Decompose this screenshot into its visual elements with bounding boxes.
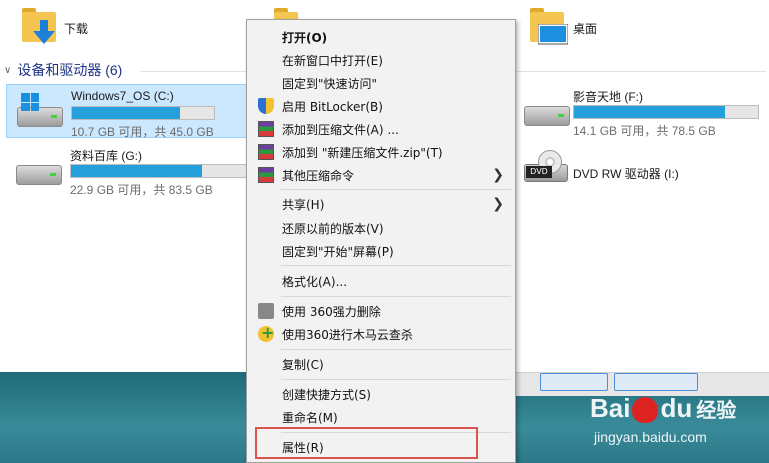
hard-drive-icon <box>16 157 62 187</box>
drive-size: 10.7 GB 可用，共 45.0 GB <box>71 125 214 139</box>
chevron-right-icon: ❯ <box>492 167 504 183</box>
menu-item-add-to-archive[interactable]: 添加到压缩文件(A) ... <box>248 118 514 140</box>
folder-label: 下载 <box>64 22 89 36</box>
drive-size: 14.1 GB 可用，共 78.5 GB <box>573 124 716 138</box>
drive-name: 资料百库 (G:) <box>70 149 142 163</box>
drive-usage-bar <box>71 106 215 120</box>
folder-desktop[interactable]: 桌面 <box>528 4 597 54</box>
menu-item-add-to-zip[interactable]: 添加到 "新建压缩文件.zip"(T) <box>248 141 514 163</box>
menu-separator <box>281 189 511 190</box>
drive-c[interactable]: Windows7_OS (C:) 10.7 GB 可用，共 45.0 GB <box>6 84 250 139</box>
watermark-url: jingyan.baidu.com <box>594 429 707 445</box>
section-title: 设备和驱动器 (6) <box>17 62 123 78</box>
menu-item-pin-quick-access[interactable]: 固定到"快速访问" <box>248 72 514 94</box>
menu-item-open-new-window[interactable]: 在新窗口中打开(E) <box>248 49 514 71</box>
dvd-drive-icon: DVD <box>524 150 570 182</box>
menu-separator <box>281 296 511 297</box>
windows-drive-icon <box>17 93 63 129</box>
drive-name: DVD RW 驱动器 (I:) <box>573 167 679 181</box>
menu-separator <box>281 349 511 350</box>
properties-highlight-box <box>255 427 478 459</box>
menu-item-rename[interactable]: 重命名(M) <box>248 406 514 428</box>
menu-item-360-scan[interactable]: 使用360进行木马云查杀 <box>248 323 514 345</box>
winrar-icon <box>258 121 274 137</box>
menu-item-restore-versions[interactable]: 还原以前的版本(V) <box>248 217 514 239</box>
360-antivirus-icon <box>258 323 274 342</box>
drive-f[interactable]: 影音天地 (F:) 14.1 GB 可用，共 78.5 GB <box>514 84 764 138</box>
section-divider <box>140 71 250 72</box>
winrar-icon <box>258 144 274 160</box>
drive-size: 22.9 GB 可用，共 83.5 GB <box>70 183 213 197</box>
section-divider <box>516 71 766 72</box>
background-dialog-button[interactable] <box>540 373 608 391</box>
chevron-right-icon: ❯ <box>492 196 504 212</box>
menu-item-open[interactable]: 打开(O) <box>248 26 514 48</box>
hard-drive-icon <box>524 98 570 128</box>
background-dialog-button[interactable] <box>614 373 698 391</box>
menu-item-create-shortcut[interactable]: 创建快捷方式(S) <box>248 383 514 405</box>
drive-name: 影音天地 (F:) <box>573 90 643 104</box>
download-folder-icon <box>20 4 60 48</box>
menu-item-format[interactable]: 格式化(A)... <box>248 270 514 292</box>
menu-item-other-compress[interactable]: 其他压缩命令 ❯ <box>248 164 514 186</box>
winrar-icon <box>258 167 274 183</box>
drive-g[interactable]: 资料百库 (G:) 22.9 GB 可用，共 83.5 GB <box>6 143 252 197</box>
shredder-icon <box>258 303 274 319</box>
menu-item-bitlocker[interactable]: 启用 BitLocker(B) <box>248 95 514 117</box>
drive-dvd[interactable]: DVD DVD RW 驱动器 (I:) <box>514 146 764 200</box>
menu-separator <box>281 265 511 266</box>
menu-item-360-shred[interactable]: 使用 360强力删除 <box>248 300 514 322</box>
menu-separator <box>281 379 511 380</box>
menu-item-pin-start[interactable]: 固定到"开始"屏幕(P) <box>248 240 514 262</box>
drive-usage-bar <box>70 164 252 178</box>
drive-usage-bar <box>573 105 759 119</box>
devices-section-header[interactable]: ∨ 设备和驱动器 (6) <box>4 60 122 80</box>
desktop-folder-icon <box>528 4 568 48</box>
bitlocker-shield-icon <box>258 98 274 114</box>
baidu-watermark-logo: Bai du 经验 <box>590 393 737 424</box>
chevron-down-icon: ∨ <box>4 64 12 76</box>
folder-label: 桌面 <box>573 22 598 36</box>
menu-item-share[interactable]: 共享(H) ❯ <box>248 193 514 215</box>
folder-downloads[interactable]: 下载 <box>20 4 88 54</box>
drive-name: Windows7_OS (C:) <box>71 89 174 103</box>
context-menu: 打开(O) 在新窗口中打开(E) 固定到"快速访问" 启用 BitLocker(… <box>246 19 516 463</box>
baidu-paw-icon <box>632 397 659 424</box>
menu-item-copy[interactable]: 复制(C) <box>248 353 514 375</box>
